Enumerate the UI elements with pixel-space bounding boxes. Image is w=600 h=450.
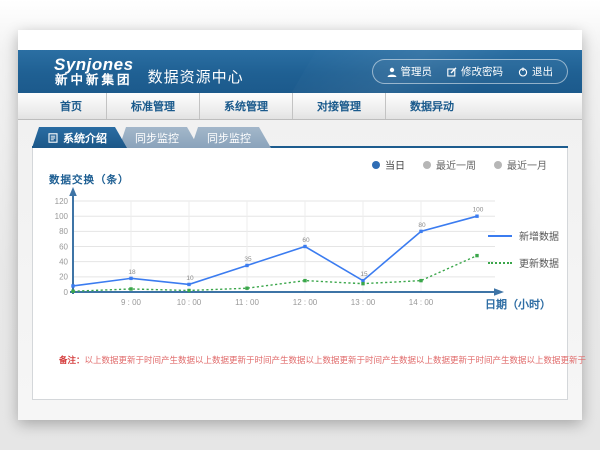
y-tick-label: 0 [64, 288, 69, 297]
x-tick-label: 11 : 00 [235, 298, 259, 307]
tab-label: 同步监控 [135, 130, 179, 146]
radio-dot-icon [372, 161, 380, 169]
data-label: 60 [302, 237, 310, 244]
nav-item-3[interactable]: 对接管理 [292, 93, 385, 119]
range-filter-group: 当日 最近一周 最近一月 [372, 157, 547, 172]
document-icon [48, 133, 58, 143]
radio-label: 最近一周 [436, 157, 476, 172]
y-axis-arrow-icon [69, 187, 77, 196]
range-radio-2[interactable]: 最近一月 [494, 157, 547, 172]
user-menu-item[interactable]: 管理员 [387, 64, 433, 79]
data-point [129, 287, 132, 290]
logo-text-en: Synjones [54, 56, 134, 74]
y-tick-label: 60 [59, 242, 68, 251]
edit-icon [447, 67, 457, 77]
chart-legend: 新增数据更新数据 [488, 228, 559, 270]
app-header: Synjones 新中新集团 数据资源中心 管理员 修改密码 退出 [18, 50, 582, 93]
tab-label: 系统介绍 [63, 130, 107, 146]
x-tick-label: 10 : 00 [177, 298, 202, 307]
x-axis-arrow-icon [494, 288, 504, 296]
tab-1[interactable]: 同步监控 [119, 127, 199, 148]
user-name-label: 管理员 [401, 64, 433, 79]
range-radio-0[interactable]: 当日 [372, 157, 405, 172]
tabs: 系统介绍 同步监控 同步监控 [32, 127, 568, 148]
data-point [303, 245, 306, 248]
x-tick-label: 9 : 00 [121, 298, 142, 307]
window-top-strip [18, 30, 582, 50]
x-tick-label: 14 : 00 [409, 298, 434, 307]
change-password-button[interactable]: 修改密码 [447, 64, 503, 79]
change-password-label: 修改密码 [461, 64, 503, 79]
data-label: 35 [244, 256, 252, 263]
legend-label: 新增数据 [519, 228, 559, 243]
radio-dot-icon [494, 161, 502, 169]
y-tick-label: 20 [59, 273, 68, 282]
logout-label: 退出 [532, 64, 553, 79]
tab-label: 同步监控 [207, 130, 251, 146]
data-label: 100 [473, 207, 484, 214]
y-tick-label: 40 [59, 257, 68, 266]
tabs-row: 系统介绍 同步监控 同步监控 [32, 127, 568, 148]
radio-label: 最近一月 [507, 157, 547, 172]
tab-2[interactable]: 同步监控 [191, 127, 271, 148]
legend-item-1: 更新数据 [488, 255, 559, 270]
y-tick-label: 80 [59, 227, 68, 236]
legend-label: 更新数据 [519, 255, 559, 270]
data-label: 15 [360, 271, 368, 278]
user-icon [387, 67, 397, 77]
power-icon [518, 67, 528, 77]
data-point [475, 254, 478, 257]
y-tick-label: 120 [55, 197, 69, 206]
footer-note-text: 以上数据更新于时间产生数据以上数据更新于时间产生数据以上数据更新于时间产生数据以… [85, 355, 587, 365]
tab-0[interactable]: 系统介绍 [32, 127, 127, 148]
data-point [361, 279, 364, 282]
data-label: 18 [128, 269, 136, 276]
y-tick-label: 100 [55, 212, 69, 221]
data-point [245, 264, 248, 267]
logout-button[interactable]: 退出 [518, 64, 553, 79]
x-tick-label: 12 : 00 [293, 298, 318, 307]
radio-dot-icon [423, 161, 431, 169]
range-radio-1[interactable]: 最近一周 [423, 157, 476, 172]
data-point [419, 279, 422, 282]
logo-text-cn: 新中新集团 [54, 74, 134, 87]
company-logo: Synjones 新中新集团 [54, 56, 134, 87]
chart-panel: 当日最近一周最近一月 数据交换（条） 0204060801001209 : 00… [32, 148, 568, 400]
data-point [303, 279, 306, 282]
legend-item-0: 新增数据 [488, 228, 559, 243]
nav-item-0[interactable]: 首页 [36, 93, 106, 119]
x-axis-title: 日期（小时） [485, 296, 551, 312]
content-area: 系统介绍同步监控同步监控 当日最近一周最近一月 数据交换（条） 02040608… [18, 120, 582, 420]
data-label: 10 [186, 275, 194, 282]
data-point [419, 230, 422, 233]
line-chart: 0 20 40 60 80 100 120 9 : 00 10 : 00 11 : 00 12 : … [43, 182, 513, 327]
data-point [129, 277, 132, 280]
legend-swatch-icon [488, 262, 512, 264]
radio-label: 当日 [385, 157, 405, 172]
data-point [475, 215, 478, 218]
nav-item-2[interactable]: 系统管理 [199, 93, 292, 119]
data-point [361, 282, 364, 285]
data-point [187, 283, 190, 286]
x-tick-label: 13 : 00 [351, 298, 376, 307]
legend-swatch-icon [488, 235, 512, 237]
nav-bar: 首页标准管理系统管理对接管理数据异动 [18, 93, 582, 120]
data-point [71, 290, 74, 293]
app-window: Synjones 新中新集团 数据资源中心 管理员 修改密码 退出 [18, 30, 582, 420]
user-toolbar: 管理员 修改密码 退出 [372, 59, 569, 84]
data-point [245, 287, 248, 290]
data-point [71, 284, 74, 287]
footer-note-prefix: 备注： [59, 355, 85, 365]
data-point [187, 289, 190, 292]
footer-note: 备注：以上数据更新于时间产生数据以上数据更新于时间产生数据以上数据更新于时间产生… [59, 354, 586, 366]
page-title: 数据资源中心 [148, 66, 244, 87]
data-label: 80 [418, 222, 426, 229]
nav-item-4[interactable]: 数据异动 [385, 93, 478, 119]
nav-item-1[interactable]: 标准管理 [106, 93, 199, 119]
